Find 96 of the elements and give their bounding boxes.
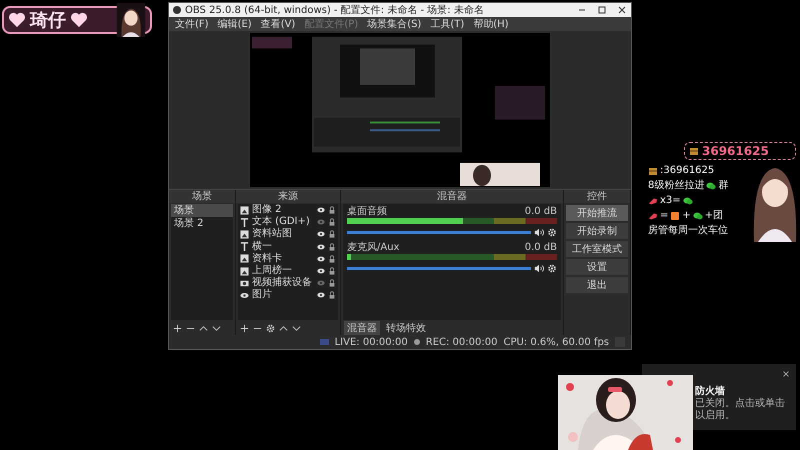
control-button[interactable]: 设置 <box>566 259 628 275</box>
source-item[interactable]: 图像 2 <box>252 204 314 216</box>
lock-icon[interactable] <box>328 279 336 288</box>
close-icon[interactable] <box>617 5 627 15</box>
fan-text: + <box>682 209 691 223</box>
heart-icon <box>8 12 26 28</box>
menu-item[interactable]: 工具(T) <box>430 17 464 31</box>
visibility-eye-icon[interactable] <box>317 242 325 251</box>
source-item[interactable]: 横一 <box>252 240 314 253</box>
live-time: LIVE: 00:00:00 <box>334 336 408 348</box>
text-icon <box>240 218 249 227</box>
visibility-eye-icon[interactable] <box>317 206 325 214</box>
control-button[interactable]: 退出 <box>566 277 628 293</box>
lock-icon[interactable] <box>328 267 336 276</box>
dock-header: 控件 <box>564 190 630 203</box>
channel-name: 麦克风/Aux <box>347 242 400 254</box>
channel-reading: 0.0 dB <box>524 206 557 218</box>
fan-text: = <box>660 209 668 223</box>
lock-icon[interactable] <box>328 254 336 263</box>
image-icon <box>240 266 249 276</box>
menu-item[interactable]: 场景集合(S) <box>367 17 422 31</box>
fan-text: 8级粉丝拉进 <box>648 179 704 193</box>
source-item[interactable]: 视频捕获设备 <box>252 277 314 290</box>
maximize-icon[interactable] <box>597 5 607 15</box>
notification-message: 已关闭。点击或单击以启用。 <box>695 398 786 422</box>
window-title: OBS 25.0.8 (64-bit, windows) - 配置文件: 未命名 - 场景: 未命名 <box>185 4 484 17</box>
dock-header: 场景 <box>169 190 235 203</box>
cpu-stats: CPU: 0.6%, 60.00 fps <box>503 336 609 348</box>
source-item[interactable]: 上周榜一 <box>252 265 314 278</box>
camera-icon <box>240 278 249 288</box>
menu-item[interactable]: 帮助(H) <box>473 17 509 31</box>
settings-icon[interactable] <box>266 324 275 332</box>
source-item[interactable]: 资料卡 <box>252 252 314 265</box>
chest-icon <box>648 166 658 176</box>
image-icon <box>240 230 249 239</box>
notification-title: 防火墙 <box>695 384 726 398</box>
image-icon <box>240 206 249 215</box>
settings-icon[interactable] <box>547 264 557 273</box>
fan-text: :36961625 <box>660 164 714 178</box>
volume-slider[interactable] <box>347 267 531 270</box>
speaker-icon[interactable] <box>534 228 544 237</box>
lock-icon[interactable] <box>328 230 336 238</box>
fan-text: x3= <box>660 194 681 208</box>
menu-item[interactable]: 编辑(E) <box>218 17 252 31</box>
down-icon[interactable] <box>292 324 301 332</box>
visibility-eye-icon[interactable] <box>317 267 325 276</box>
streamer-name: 琦仔 <box>30 9 66 32</box>
scene-item[interactable]: 场景 <box>171 204 233 217</box>
record-indicator-icon <box>414 339 420 345</box>
visibility-eye-icon[interactable] <box>317 254 325 263</box>
lock-icon[interactable] <box>328 242 336 251</box>
source-item[interactable]: 文本 (GDI+) <box>252 216 314 228</box>
control-button[interactable]: 开始推流 <box>566 205 628 221</box>
source-item[interactable]: 资料站图 <box>252 228 314 240</box>
menu-item[interactable]: 查看(V) <box>260 17 296 31</box>
text-icon <box>240 242 249 252</box>
close-icon[interactable] <box>782 370 790 378</box>
channel-name: 桌面音频 <box>347 206 387 218</box>
visibility-eye-icon[interactable] <box>317 230 325 238</box>
dock-header: 来源 <box>236 190 340 203</box>
source-item[interactable]: 图片 <box>252 289 314 302</box>
rec-time: REC: 00:00:00 <box>426 336 498 348</box>
settings-icon[interactable] <box>547 228 557 237</box>
lock-icon[interactable] <box>328 218 336 226</box>
volume-slider[interactable] <box>347 231 531 234</box>
menu-item[interactable]: 文件(F) <box>175 17 209 31</box>
chat-bubble-icon <box>706 181 716 191</box>
fan-text: 房管每周一次车位 <box>648 224 728 238</box>
lock-icon[interactable] <box>328 206 336 214</box>
obs-logo-icon <box>173 6 181 14</box>
add-icon[interactable] <box>240 324 249 332</box>
mixer-tab[interactable]: 混音器 <box>344 321 380 335</box>
mixer-tab[interactable]: 转场特效 <box>383 321 429 335</box>
heart-icon <box>70 12 88 28</box>
image-icon <box>240 254 249 264</box>
lock-icon[interactable] <box>328 291 336 300</box>
up-icon[interactable] <box>199 324 208 332</box>
eye-icon <box>240 290 249 300</box>
channel-reading: 0.0 dB <box>524 242 557 254</box>
up-icon[interactable] <box>279 324 288 332</box>
speaker-icon[interactable] <box>534 264 544 273</box>
chat-bubble-icon <box>692 211 703 221</box>
dock-header: 混音器 <box>341 190 563 203</box>
chest-icon <box>689 146 699 156</box>
add-icon[interactable] <box>173 324 182 332</box>
visibility-eye-icon[interactable] <box>317 291 325 300</box>
chat-bubble-icon <box>682 196 693 206</box>
live-indicator-icon <box>320 339 329 345</box>
fan-text: 群 <box>718 179 728 193</box>
control-button[interactable]: 开始录制 <box>566 223 628 239</box>
down-icon[interactable] <box>212 324 221 332</box>
fan-text: +团 <box>704 209 724 223</box>
control-button[interactable]: 工作室模式 <box>566 241 628 257</box>
square-badge-icon <box>670 211 680 221</box>
scene-item[interactable]: 场景 2 <box>171 217 233 230</box>
fan-number: 36961625 <box>702 144 769 158</box>
